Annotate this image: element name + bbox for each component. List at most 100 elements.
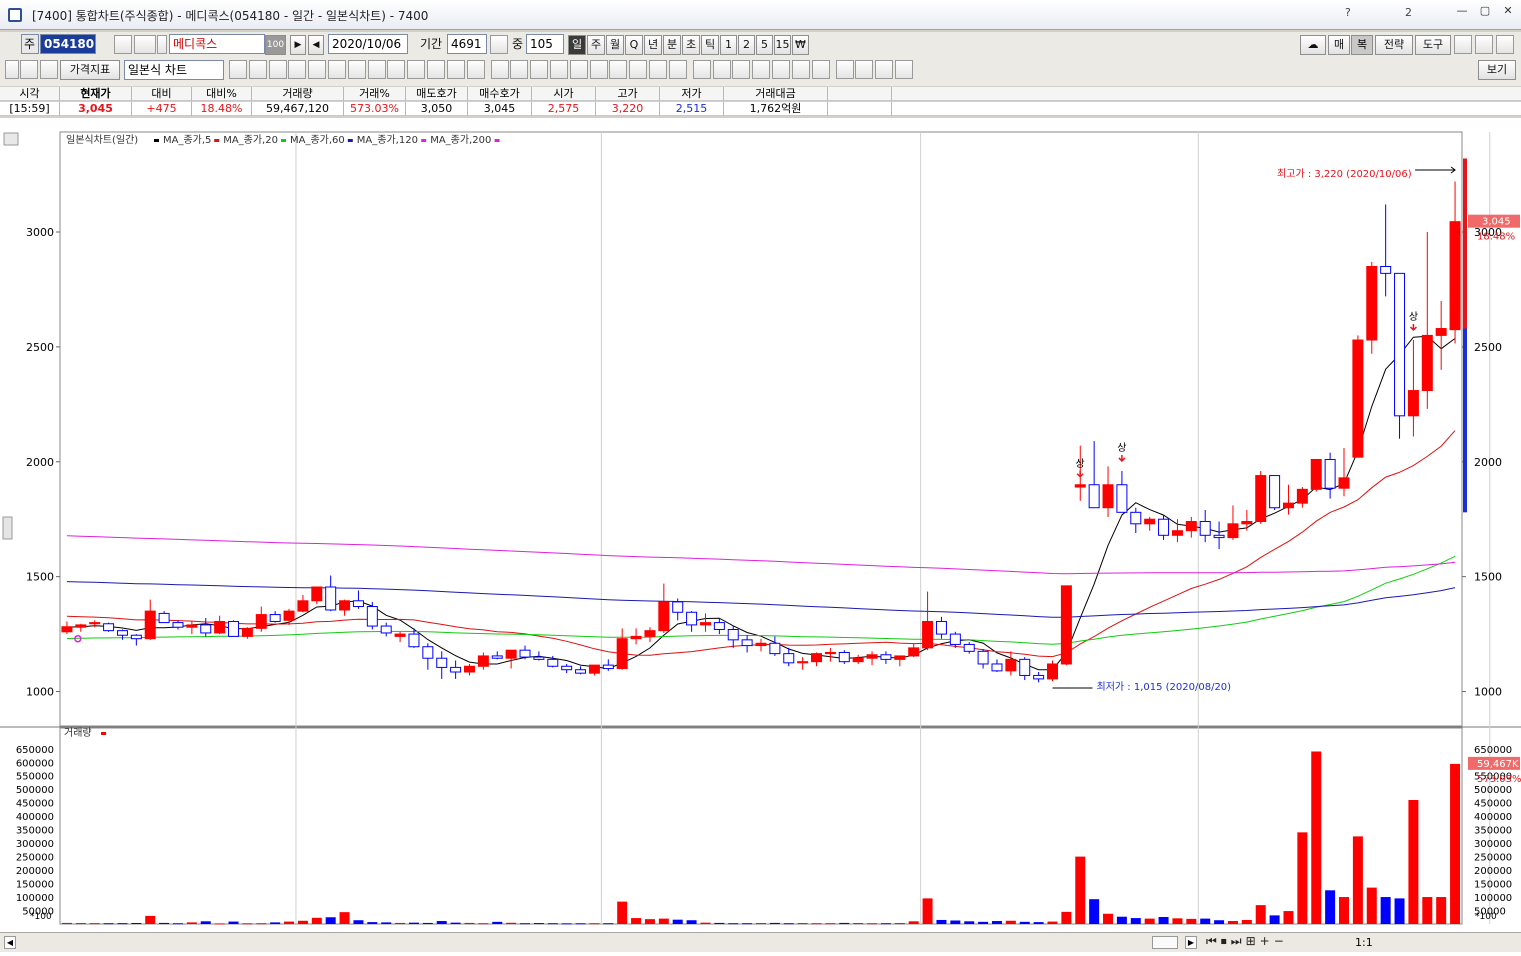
volume-bar (450, 922, 461, 924)
draw-tool-icon-29[interactable] (811, 60, 830, 79)
draw-tool-icon-16[interactable] (550, 60, 568, 79)
close-button[interactable]: ✕ (1497, 4, 1519, 18)
draw-tool-icon-0[interactable] (229, 60, 247, 79)
strategy-button[interactable]: 전략 (1375, 35, 1413, 55)
quote-header-bid: 매수호가 (468, 87, 532, 101)
stock-code-input[interactable]: 054180 (40, 34, 96, 54)
horizontal-arrows-icon[interactable] (20, 60, 38, 79)
draw-tool-icon-12[interactable] (466, 60, 485, 79)
tools-button[interactable]: 도구 (1415, 35, 1451, 55)
save-icon[interactable] (1475, 35, 1493, 54)
view-button[interactable]: 보기 (1478, 60, 1516, 80)
candle-body (991, 663, 1003, 672)
draw-tool-icon-7[interactable] (367, 60, 386, 79)
next-arrow-icon[interactable]: ▶ (290, 35, 306, 55)
price-chart[interactable]: 2020/05678910100010001500150020002000250… (0, 118, 1521, 956)
restore-button[interactable]: ▢ (1474, 4, 1496, 18)
draw-tool-icon-15[interactable] (530, 60, 549, 79)
toolbar-btn-multi[interactable]: 복 (1351, 35, 1373, 55)
candle-body (352, 600, 364, 608)
y-tick-label-right: 2000 (1474, 456, 1502, 469)
chart-type-select[interactable]: 일본식 차트 (124, 60, 224, 80)
timeframe-btn-4[interactable]: 년 (644, 35, 662, 55)
edit-icon[interactable] (40, 60, 58, 79)
draw-tool-icon-3[interactable] (288, 60, 307, 79)
timeframe-btn-0[interactable]: 일 (568, 35, 586, 55)
folder-icon[interactable] (1454, 35, 1472, 54)
draw-tool-icon-19[interactable] (609, 60, 628, 79)
date-input[interactable]: 2020/10/06 (328, 34, 408, 54)
draw-tool-icon-8[interactable] (387, 60, 406, 79)
timeframe-btn-11[interactable]: 15 (774, 35, 791, 55)
chevron-down-icon[interactable] (157, 35, 167, 54)
help-label[interactable]: ? (1345, 6, 1351, 19)
volume-bar (395, 922, 406, 924)
draw-tool-icon-30[interactable] (835, 60, 854, 79)
draw-tool-icon-21[interactable] (649, 60, 667, 79)
volume-bar (367, 922, 378, 924)
search-icon[interactable] (114, 35, 132, 54)
timeframe-btn-10[interactable]: 5 (756, 35, 773, 55)
draw-tool-icon-22[interactable] (668, 60, 687, 79)
pointer-up-icon[interactable] (5, 60, 19, 79)
volume-bar (936, 919, 947, 924)
draw-tool-icon-6[interactable] (347, 60, 366, 79)
timeframe-btn-9[interactable]: 2 (738, 35, 755, 55)
draw-tool-icon-11[interactable] (446, 60, 465, 79)
timeframe-btn-1[interactable]: 주 (587, 35, 605, 55)
draw-tool-icon-32[interactable] (875, 60, 894, 79)
draw-tool-icon-20[interactable] (629, 60, 648, 79)
draw-tool-icon-1[interactable] (248, 60, 267, 79)
volume-bar (1422, 897, 1433, 924)
vol-tick-label: 200000 (16, 866, 54, 877)
timeframe-btn-7[interactable]: 틱 (701, 35, 719, 55)
draw-tool-icon-18[interactable] (589, 60, 608, 79)
draw-tool-icon-10[interactable] (427, 60, 445, 79)
count-input[interactable]: 105 (526, 34, 564, 54)
quote-open: 2,575 (532, 102, 596, 116)
draw-tool-icon-4[interactable] (308, 60, 327, 79)
sort-icon[interactable] (134, 35, 156, 54)
draw-tool-icon-24[interactable] (712, 60, 731, 79)
volume-bar (1380, 897, 1391, 924)
draw-tool-icon-26[interactable] (752, 60, 771, 79)
draw-tool-icon-31[interactable] (855, 60, 874, 79)
timeframe-btn-6[interactable]: 초 (682, 35, 700, 55)
scroll-thumb[interactable] (1152, 936, 1178, 949)
draw-tool-icon-13[interactable] (490, 60, 509, 79)
move-icon[interactable] (490, 35, 508, 54)
timeframe-btn-3[interactable]: Q (625, 35, 643, 55)
volume-bar (1033, 922, 1044, 924)
vol-tick-label-right: 150000 (1474, 880, 1512, 891)
quote-header-ask: 매도호가 (406, 87, 468, 101)
layout-number-label[interactable]: 2 (1405, 6, 1412, 19)
timeframe-btn-2[interactable]: 월 (606, 35, 624, 55)
period-input[interactable]: 4691 (447, 34, 487, 54)
wrench-icon[interactable] (1496, 35, 1514, 54)
timeframe-btn-8[interactable]: 1 (720, 35, 737, 55)
minimize-button[interactable]: — (1451, 4, 1473, 18)
draw-tool-icon-27[interactable] (772, 60, 790, 79)
draw-tool-icon-17[interactable] (569, 60, 588, 79)
zoom-controls[interactable]: ⏮⏹⏭⊞+− (1206, 934, 1288, 949)
draw-tool-icon-5[interactable] (328, 60, 346, 79)
candle-body (1130, 511, 1142, 525)
stock-name-input[interactable]: 메디콕스 (169, 34, 265, 54)
draw-tool-icon-14[interactable] (510, 60, 529, 79)
draw-tool-icon-33[interactable] (895, 60, 913, 79)
draw-tool-icon-23[interactable] (692, 60, 711, 79)
toolbar-btn-single[interactable]: 매 (1328, 35, 1350, 55)
draw-tool-icon-25[interactable] (732, 60, 751, 79)
draw-tool-icon-2[interactable] (268, 60, 287, 79)
market-prefix[interactable]: 주 (21, 34, 39, 54)
scroll-left-icon[interactable]: ◀ (4, 936, 16, 949)
indicator-selector[interactable]: 가격지표 (60, 60, 120, 80)
chart-scrollbar[interactable]: ◀ ▶ ⏮⏹⏭⊞+− 1:1 (0, 932, 1521, 952)
timeframe-btn-12[interactable]: ₩ (792, 35, 809, 55)
prev-arrow-icon[interactable]: ◀ (308, 35, 324, 55)
draw-tool-icon-28[interactable] (791, 60, 810, 79)
timeframe-btn-5[interactable]: 분 (663, 35, 681, 55)
draw-tool-icon-9[interactable] (407, 60, 426, 79)
cloud-icon[interactable]: ☁ (1300, 35, 1326, 55)
scroll-right-icon[interactable]: ▶ (1185, 936, 1197, 949)
